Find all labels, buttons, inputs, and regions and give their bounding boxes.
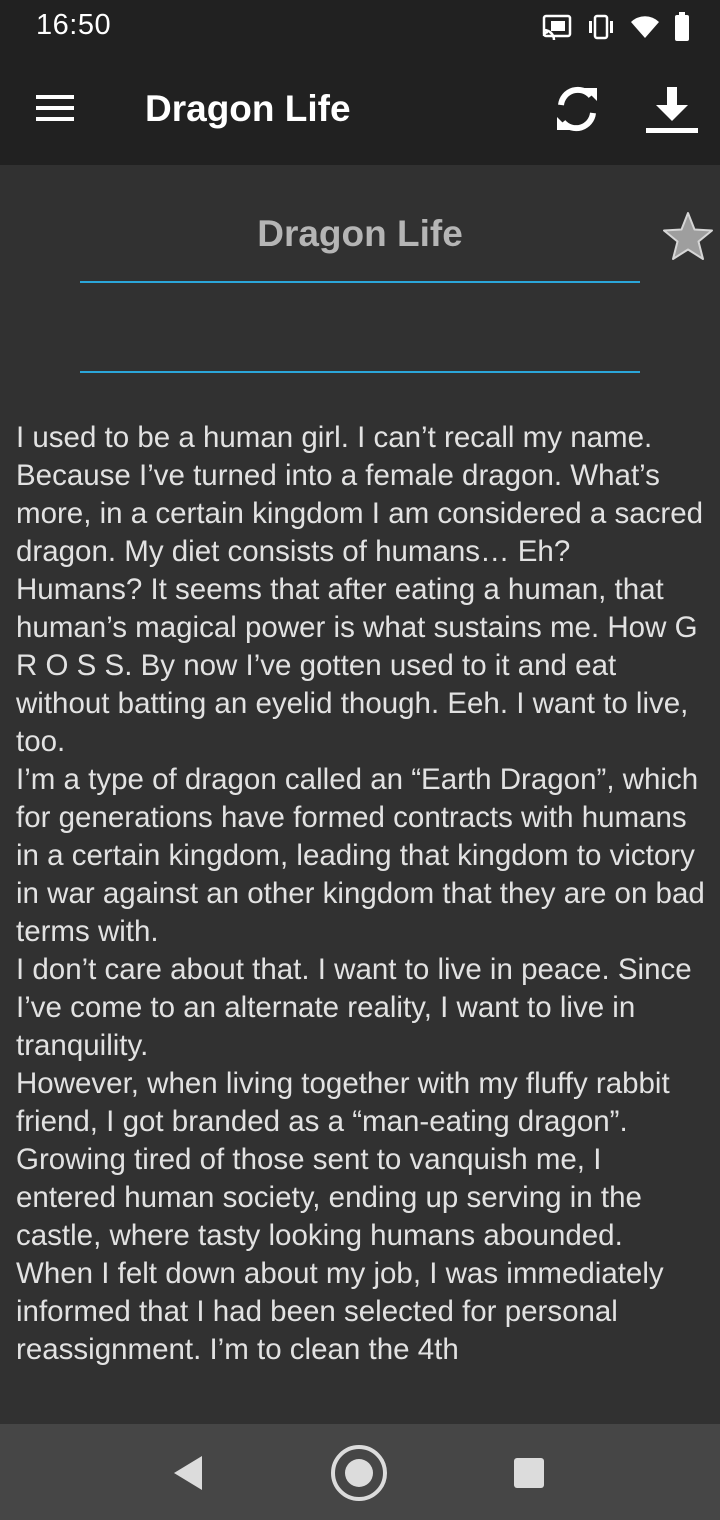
story-content[interactable]: Dragon Life I used to be a human girl. I… bbox=[0, 165, 720, 1424]
cast-icon bbox=[542, 14, 572, 40]
download-icon bbox=[644, 85, 700, 140]
hamburger-menu-icon bbox=[36, 94, 76, 127]
battery-icon bbox=[674, 12, 690, 42]
status-icons bbox=[542, 10, 690, 44]
story-description: I used to be a human girl. I can’t recal… bbox=[16, 419, 706, 1369]
description-paragraph: However, when living together with my fl… bbox=[16, 1067, 670, 1252]
menu-button[interactable] bbox=[28, 82, 84, 138]
description-paragraph: I used to be a human girl. I can’t recal… bbox=[16, 421, 704, 568]
description-paragraph: I don’t care about that. I want to live … bbox=[16, 953, 692, 1062]
story-title: Dragon Life bbox=[257, 213, 463, 254]
screen: 16:50 Dragon Life Dragon Life I used to … bbox=[0, 0, 720, 1520]
story-subtitle-field[interactable] bbox=[80, 305, 640, 373]
description-paragraph: Humans? It seems that after eating a hum… bbox=[16, 573, 698, 758]
story-title-field[interactable]: Dragon Life bbox=[80, 201, 640, 283]
refresh-button[interactable] bbox=[546, 80, 608, 142]
refresh-icon bbox=[551, 83, 603, 140]
favorite-button[interactable] bbox=[660, 209, 718, 267]
star-icon bbox=[660, 212, 716, 269]
wifi-icon bbox=[630, 14, 660, 40]
status-bar: 16:50 bbox=[0, 0, 720, 56]
app-title: Dragon Life bbox=[145, 88, 351, 129]
recents-square-icon bbox=[512, 1458, 546, 1494]
nav-recents-button[interactable] bbox=[512, 1456, 546, 1490]
app-bar: Dragon Life bbox=[0, 56, 720, 165]
status-time: 16:50 bbox=[36, 9, 112, 41]
description-paragraph: I’m a type of dragon called an “Earth Dr… bbox=[16, 763, 705, 948]
system-nav-bar bbox=[0, 1424, 720, 1520]
nav-back-button[interactable] bbox=[166, 1450, 212, 1496]
home-circle-icon bbox=[330, 1445, 388, 1506]
back-triangle-icon bbox=[166, 1456, 212, 1500]
download-button[interactable] bbox=[640, 80, 704, 144]
nav-home-button[interactable] bbox=[330, 1444, 388, 1502]
description-paragraph: When I felt down about my job, I was imm… bbox=[16, 1257, 664, 1366]
vibrate-icon bbox=[586, 14, 616, 40]
